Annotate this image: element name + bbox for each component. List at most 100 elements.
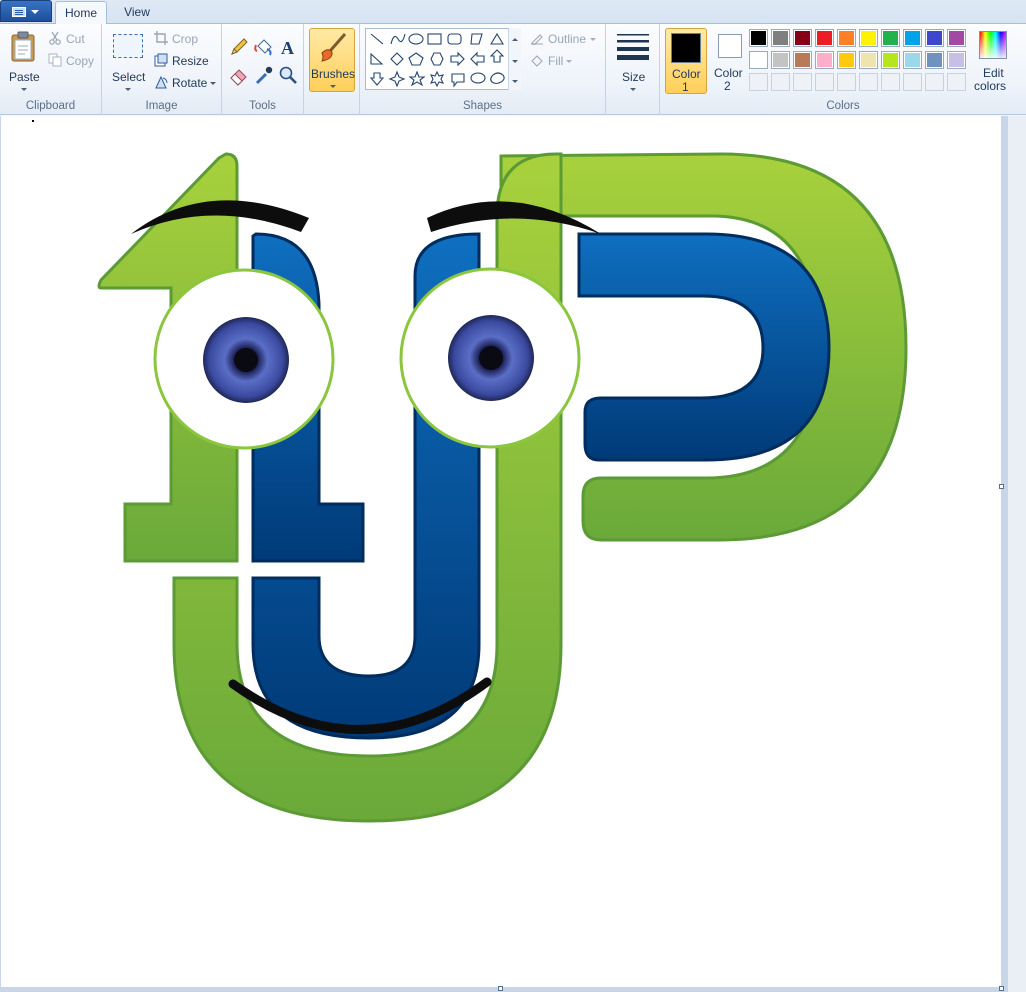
shapes-scroll[interactable] <box>508 28 521 90</box>
tab-view[interactable]: View <box>118 1 156 24</box>
paint-menu-button[interactable] <box>0 0 52 22</box>
shapes-group-label: Shapes <box>462 100 502 112</box>
resize-handle-bottom[interactable] <box>498 986 503 991</box>
fill-button[interactable]: Fill <box>528 52 602 70</box>
fill-label: Fill <box>548 54 564 68</box>
clipboard-group-label: Clipboard <box>25 100 76 112</box>
palette-color-swatch[interactable] <box>771 51 790 69</box>
text-tool-icon[interactable]: A <box>277 36 299 58</box>
vertical-scrollbar[interactable] <box>1008 116 1026 992</box>
eraser-icon[interactable] <box>228 64 250 86</box>
copy-icon <box>48 53 62 67</box>
chevron-down-icon[interactable] <box>512 60 518 63</box>
palette-custom-slot[interactable] <box>837 73 856 91</box>
outline-dropdown-arrow[interactable] <box>590 38 596 41</box>
paste-button[interactable]: Paste <box>4 28 42 91</box>
palette-custom-slot[interactable] <box>815 73 834 91</box>
tools-group: A Tools <box>222 24 304 115</box>
brush-icon <box>321 33 347 62</box>
select-button[interactable]: Select <box>108 28 148 91</box>
palette-color-swatch[interactable] <box>925 51 944 69</box>
image-group-label: Image <box>145 100 178 112</box>
magnifier-icon[interactable] <box>277 64 299 86</box>
resize-button[interactable]: Resize <box>154 52 214 70</box>
image-group: Select Crop Resize Rotate Image <box>102 24 222 115</box>
palette-color-swatch[interactable] <box>925 29 944 47</box>
pencil-icon[interactable] <box>228 36 250 58</box>
rotate-label: Rotate <box>172 76 208 90</box>
palette-color-swatch[interactable] <box>815 51 834 69</box>
palette-color-swatch[interactable] <box>793 51 812 69</box>
color2-swatch <box>718 34 742 58</box>
palette-custom-slot[interactable] <box>903 73 922 91</box>
palette-custom-slot[interactable] <box>925 73 944 91</box>
edit-colors-button[interactable]: Edit colors <box>970 28 1020 94</box>
rotate-dropdown-arrow[interactable] <box>210 82 216 85</box>
select-dropdown-arrow[interactable] <box>125 88 131 91</box>
brushes-dropdown-arrow[interactable] <box>330 85 336 88</box>
palette-color-swatch[interactable] <box>881 29 900 47</box>
size-dropdown-arrow[interactable] <box>630 88 636 91</box>
resize-label: Resize <box>172 54 209 68</box>
copy-button[interactable]: Copy <box>46 52 96 70</box>
palette-custom-slot[interactable] <box>771 73 790 91</box>
palette-color-swatch[interactable] <box>947 51 966 69</box>
color2-button[interactable]: Color 2 <box>710 28 752 94</box>
palette-color-swatch[interactable] <box>947 29 966 47</box>
one-up-logo-artwork <box>32 120 908 823</box>
palette-custom-slot[interactable] <box>881 73 900 91</box>
palette-color-swatch[interactable] <box>837 29 856 47</box>
outline-button[interactable]: Outline <box>528 30 602 48</box>
fill-dropdown-arrow[interactable] <box>566 60 572 63</box>
palette-custom-slot[interactable] <box>859 73 878 91</box>
paste-label: Paste <box>9 70 40 84</box>
shapes-gallery-icons <box>369 32 505 88</box>
palette-color-swatch[interactable] <box>903 29 922 47</box>
color-palette <box>749 29 969 95</box>
color1-swatch <box>671 33 701 63</box>
brushes-button[interactable]: Brushes <box>309 28 355 92</box>
shapes-group: Outline Fill Shapes <box>360 24 606 115</box>
drawing-canvas[interactable] <box>1 116 1001 987</box>
fill-bucket-icon[interactable] <box>253 36 275 58</box>
palette-color-swatch[interactable] <box>771 29 790 47</box>
palette-color-swatch[interactable] <box>903 51 922 69</box>
cut-button[interactable]: Cut <box>46 30 96 48</box>
tab-home[interactable]: Home <box>55 1 107 25</box>
outline-label: Outline <box>548 32 587 46</box>
paste-icon <box>11 31 35 62</box>
palette-color-swatch[interactable] <box>793 29 812 47</box>
palette-color-swatch[interactable] <box>815 29 834 47</box>
shapes-gallery[interactable] <box>365 28 521 90</box>
palette-color-swatch[interactable] <box>859 51 878 69</box>
palette-color-swatch[interactable] <box>749 29 768 47</box>
expand-gallery-icon[interactable] <box>512 80 518 83</box>
palette-color-swatch[interactable] <box>749 51 768 69</box>
selection-rectangle-icon <box>113 34 143 58</box>
resize-handle-corner[interactable] <box>999 986 1004 991</box>
palette-custom-slot[interactable] <box>947 73 966 91</box>
palette-color-swatch[interactable] <box>881 51 900 69</box>
palette-color-swatch[interactable] <box>837 51 856 69</box>
select-label: Select <box>112 70 146 84</box>
size-button[interactable]: Size <box>612 28 654 91</box>
chevron-down-icon <box>31 10 39 14</box>
rotate-button[interactable]: Rotate <box>154 74 216 92</box>
menu-icon <box>12 7 26 17</box>
palette-custom-slot[interactable] <box>793 73 812 91</box>
svg-text:A: A <box>281 38 294 58</box>
chevron-up-icon[interactable] <box>512 38 518 41</box>
cut-label: Cut <box>66 32 85 46</box>
resize-handle-right[interactable] <box>999 484 1004 489</box>
palette-custom-slot[interactable] <box>749 73 768 91</box>
canvas-workspace <box>0 116 1026 992</box>
paste-dropdown-arrow[interactable] <box>21 88 27 91</box>
canvas-stray-pixel <box>32 120 34 122</box>
color1-label-line1: Color <box>672 67 701 81</box>
color-picker-icon[interactable] <box>253 64 275 86</box>
tools-group-label: Tools <box>249 100 276 112</box>
ribbon: Paste Cut Copy Clipboard Select Crop Res… <box>0 24 1026 115</box>
crop-button[interactable]: Crop <box>154 30 214 48</box>
palette-color-swatch[interactable] <box>859 29 878 47</box>
color1-button[interactable]: Color 1 <box>665 28 707 94</box>
